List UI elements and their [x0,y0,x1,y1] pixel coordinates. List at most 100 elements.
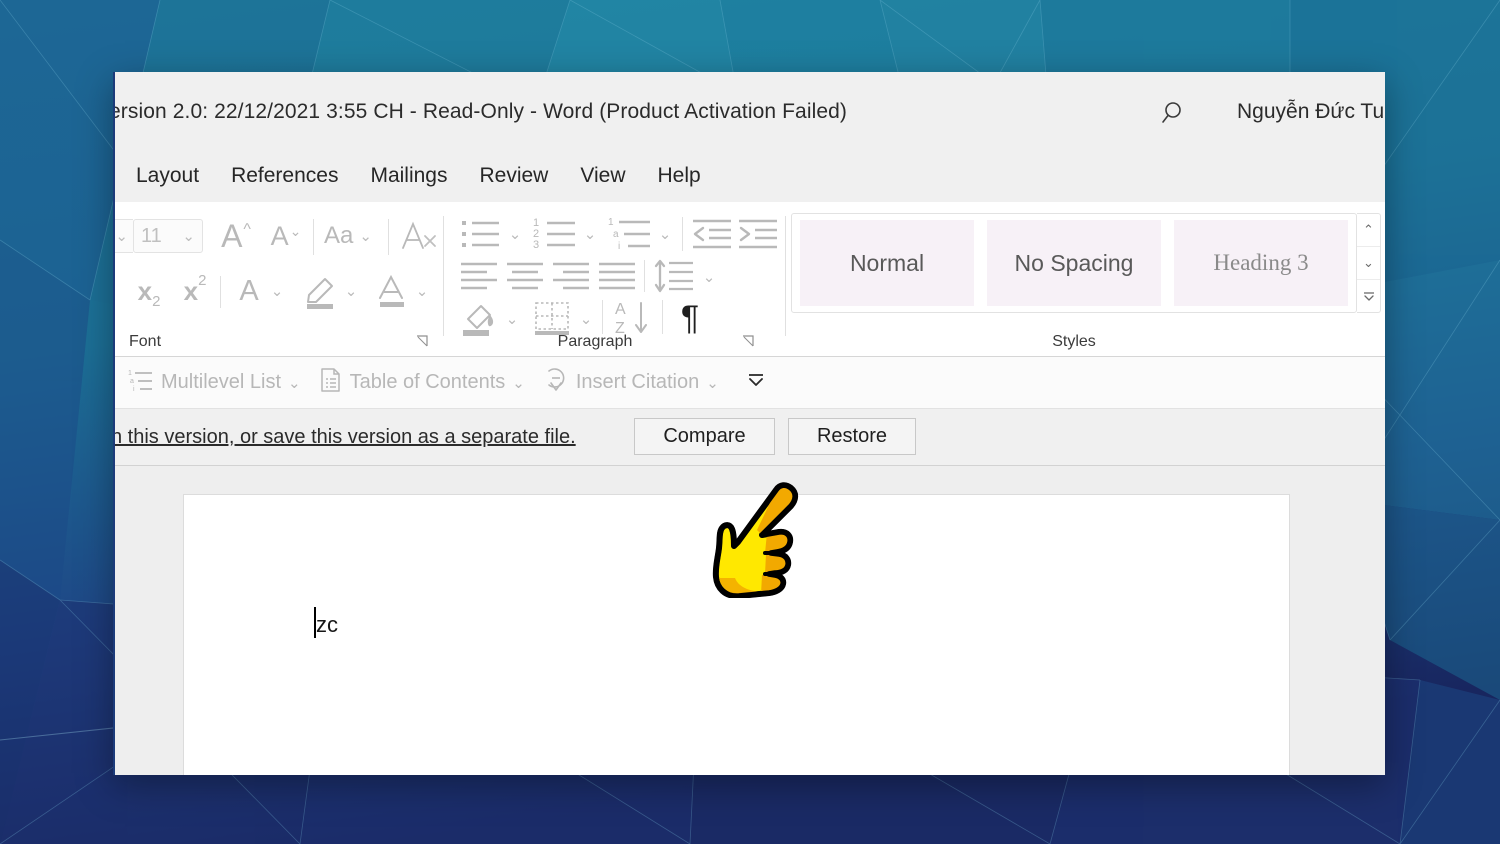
tab-help[interactable]: Help [641,160,716,192]
toolbar-table-of-contents-label: Table of Contents [350,371,506,394]
restore-button[interactable]: Restore [788,418,916,455]
quick-commands-toolbar: 1 a i Multilevel List ⌄ [115,357,1385,409]
group-label-paragraph: Paragraph [450,333,740,351]
divider [682,217,683,251]
divider [313,219,314,255]
divider [388,219,389,255]
svg-text:A: A [615,301,626,318]
grow-font-icon[interactable]: A^ [215,216,257,256]
shrink-font-icon[interactable]: A⌄ [265,216,307,256]
toolbar-insert-citation-label: Insert Citation [576,371,699,394]
text-effects-icon[interactable]: A [227,272,271,310]
divider [220,276,221,308]
version-message-bar: n this version, or save this version as … [115,409,1385,466]
word-window: ersion 2.0: 22/12/2021 3:55 CH - Read-On… [113,72,1385,775]
tab-view[interactable]: View [564,160,641,192]
svg-text:a: a [613,229,619,240]
borders-icon[interactable] [530,298,576,338]
numbering-icon[interactable]: 1 2 3 [533,214,579,254]
shading-icon[interactable] [458,298,502,338]
tab-layout[interactable]: Layout [120,160,215,192]
svg-text:1: 1 [608,217,614,228]
divider [602,300,603,334]
svg-text:i: i [618,241,620,252]
chevron-down-icon[interactable]: ⌄ [505,224,525,244]
insert-citation-icon [543,367,569,398]
decrease-indent-icon[interactable] [690,214,734,254]
toolbar-insert-citation[interactable]: Insert Citation ⌄ [534,367,728,398]
chevron-down-icon[interactable]: ⌄ [706,374,719,392]
chevron-down-icon: ⌄ [115,227,128,245]
multilevel-list-icon[interactable]: 1 a i [608,214,654,254]
svg-text:a: a [130,378,134,385]
divider [662,300,663,334]
bullets-icon[interactable] [458,214,504,254]
search-icon[interactable] [1160,98,1190,128]
divider-paragraph-styles [785,216,786,336]
svg-text:i: i [133,386,135,392]
font-color-icon[interactable] [371,270,413,312]
scroll-up-icon[interactable]: ⌃ [1357,214,1380,247]
font-size-combo[interactable]: 11 ⌄ [133,219,203,253]
chevron-down-icon[interactable]: ⌄ [512,374,525,392]
style-no-spacing[interactable]: No Spacing [987,220,1161,306]
justify-icon[interactable] [596,257,640,295]
ribbon-group-paragraph: ⌄ 1 2 3 ⌄ 1 a i ⌄ [450,202,785,357]
increase-indent-icon[interactable] [736,214,780,254]
paragraph-dialog-launcher[interactable] [741,334,755,348]
message-bar-text[interactable]: n this version, or save this version as … [113,426,576,449]
multilevel-list-icon: 1 a i [128,368,154,397]
style-heading-3[interactable]: Heading 3 [1174,220,1348,306]
desktop: ersion 2.0: 22/12/2021 3:55 CH - Read-On… [0,0,1500,844]
group-label-font: Font [129,333,239,351]
toolbar-multilevel-list[interactable]: 1 a i Multilevel List ⌄ [119,368,310,397]
chevron-down-icon[interactable]: ⌄ [655,224,675,244]
align-right-icon[interactable] [550,257,594,295]
account-name[interactable]: Nguyễn Đức Tu [1237,100,1384,124]
text-highlight-color-icon[interactable] [298,270,342,312]
font-dialog-launcher[interactable] [415,334,429,348]
divider-font-paragraph [443,216,444,336]
scroll-down-icon[interactable]: ⌄ [1357,247,1380,280]
chevron-down-icon[interactable]: ⌄ [580,224,600,244]
tab-mailings[interactable]: Mailings [354,160,463,192]
divider [644,260,645,292]
ribbon-body: ⌄ 11 ⌄ A^ A⌄ Aa ⌄ [115,202,1385,357]
table-of-contents-icon [319,367,343,398]
font-size-value: 11 [141,225,162,248]
document-body-text[interactable]: zc [316,612,338,638]
tab-references[interactable]: References [215,160,354,192]
pointing-hand-cursor [705,474,809,598]
style-normal[interactable]: Normal [800,220,974,306]
align-left-icon[interactable] [458,257,502,295]
align-center-icon[interactable] [504,257,548,295]
ribbon-tab-bar: Layout References Mailings Review View H… [115,150,1385,202]
chevron-down-icon[interactable]: ⌄ [341,280,361,302]
change-case-icon[interactable]: Aa ⌄ [320,218,376,254]
more-styles-icon[interactable] [1357,280,1380,312]
ribbon-group-styles: Normal No Spacing Heading 3 ⌃ ⌄ Styles [791,202,1385,357]
superscript-icon[interactable]: x2 [175,273,215,309]
group-label-styles: Styles [791,333,1357,351]
more-commands-icon[interactable] [746,371,766,394]
line-spacing-icon[interactable] [652,256,698,296]
styles-gallery[interactable]: Normal No Spacing Heading 3 [791,213,1357,313]
font-name-combo[interactable]: ⌄ [113,219,133,253]
compare-button[interactable]: Compare [634,418,775,455]
chevron-down-icon[interactable]: ⌄ [502,309,522,329]
chevron-down-icon: ⌄ [182,227,195,245]
toolbar-multilevel-list-label: Multilevel List [161,371,281,394]
chevron-down-icon[interactable]: ⌄ [699,267,719,287]
subscript-icon[interactable]: x2 [129,273,169,309]
clear-formatting-icon[interactable] [396,216,442,256]
toolbar-table-of-contents[interactable]: Table of Contents ⌄ [310,367,534,398]
window-title: ersion 2.0: 22/12/2021 3:55 CH - Read-On… [113,100,847,124]
chevron-down-icon[interactable]: ⌄ [576,309,596,329]
styles-dialog-launcher[interactable] [1369,334,1383,348]
toolbar-overflow[interactable] [728,371,775,394]
styles-scrollbar[interactable]: ⌃ ⌄ [1357,213,1381,313]
tab-review[interactable]: Review [463,160,564,192]
chevron-down-icon[interactable]: ⌄ [288,374,301,392]
chevron-down-icon[interactable]: ⌄ [412,280,432,302]
chevron-down-icon[interactable]: ⌄ [267,280,287,302]
